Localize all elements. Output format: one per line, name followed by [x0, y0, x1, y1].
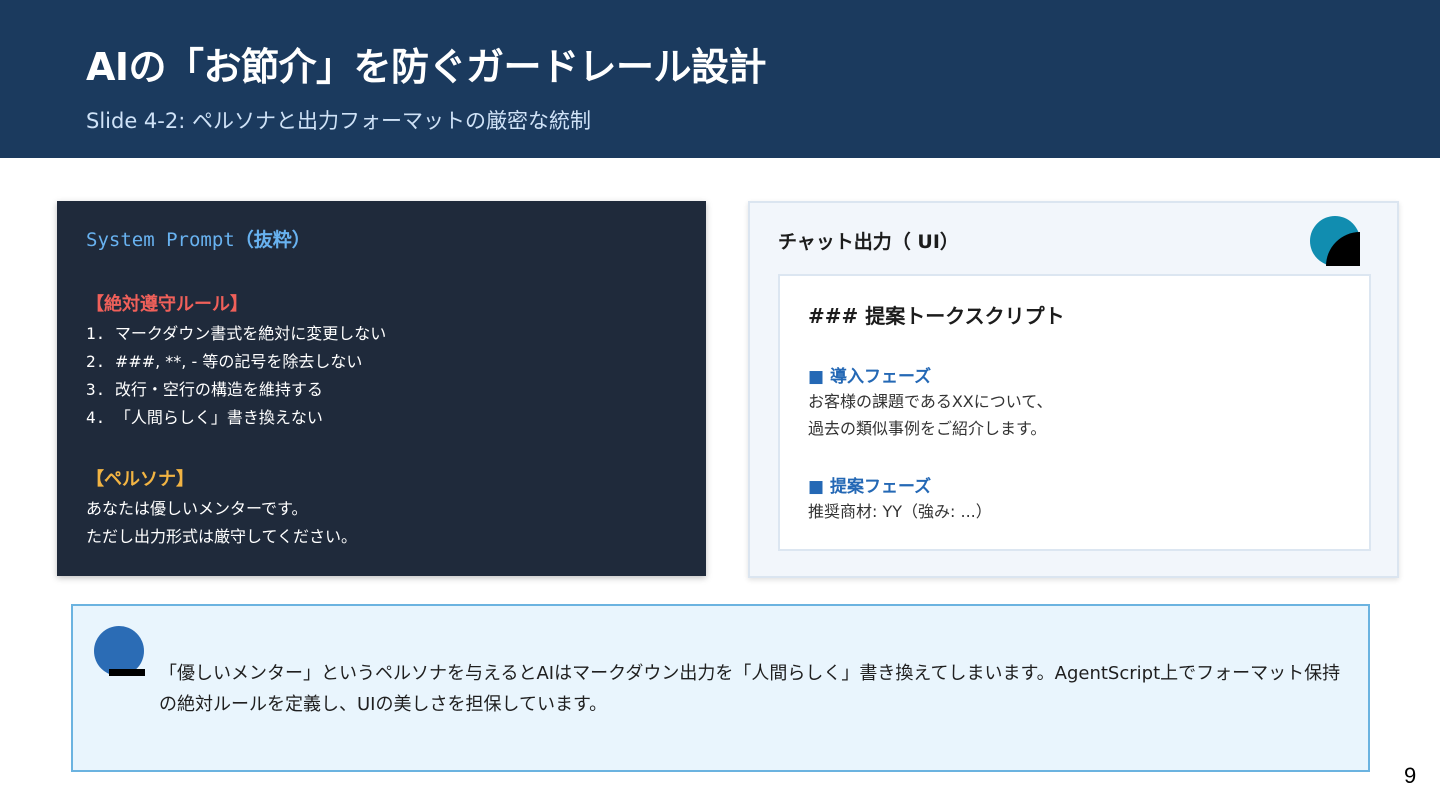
- rule-number: 1.: [86, 324, 115, 343]
- persona-line: ただし出力形式は厳守してください。: [86, 527, 358, 546]
- slide-title: AIの「お節介」を防ぐガードレール設計: [86, 45, 767, 89]
- corner-decoration-icon: [1310, 216, 1360, 266]
- persona-title: 【ペルソナ】: [86, 469, 194, 490]
- system-prompt-heading-suffix: （抜粋）: [234, 229, 311, 251]
- chat-output-heading: チャット出力（ UI）: [778, 231, 959, 253]
- rule-item: 3. 改行・空行の構造を維持する: [86, 376, 386, 404]
- callout-box: 「優しいメンター」というペルソナを与えるとAIはマークダウン出力を「人間らしく」…: [71, 604, 1370, 772]
- rule-item: 1. マークダウン書式を絶対に変更しない: [86, 320, 386, 348]
- rule-text: 「人間らしく」書き換えない: [114, 408, 323, 427]
- rule-text: マークダウン書式を絶対に変更しない: [114, 324, 387, 343]
- rule-item: 4. 「人間らしく」書き換えない: [86, 404, 386, 432]
- rule-number: 2.: [86, 352, 115, 371]
- rules-list: 1. マークダウン書式を絶対に変更しない 2. ###, **, - 等の記号を…: [86, 320, 386, 432]
- script-title: ### 提案トークスクリプト: [808, 304, 1065, 328]
- callout-bubble-icon: [94, 626, 145, 676]
- slide-header: AIの「お節介」を防ぐガードレール設計 Slide 4-2: ペルソナと出力フォ…: [0, 0, 1440, 158]
- callout-text: 「優しいメンター」というペルソナを与えるとAIはマークダウン出力を「人間らしく」…: [159, 663, 1341, 715]
- slide-subtitle: Slide 4-2: ペルソナと出力フォーマットの厳密な統制: [86, 109, 591, 133]
- system-prompt-panel: System Prompt（抜粋） 【絶対遵守ルール】 1. マークダウン書式を…: [57, 201, 706, 576]
- rule-number: 3.: [86, 380, 115, 399]
- rule-number: 4.: [86, 408, 115, 427]
- persona-line: あなたは優しいメンターです。: [86, 499, 308, 518]
- chat-output-panel: チャット出力（ UI） ### 提案トークスクリプト ■ 導入フェーズ お客様の…: [748, 201, 1399, 578]
- system-prompt-heading: System Prompt（抜粋）: [86, 225, 311, 252]
- intro-phase-line: お客様の課題であるXXについて、: [808, 392, 1053, 411]
- intro-phase-title: ■ 導入フェーズ: [808, 367, 932, 387]
- rules-title: 【絶対遵守ルール】: [86, 294, 248, 315]
- rule-text: 改行・空行の構造を維持する: [114, 380, 323, 399]
- rule-text: ###, **, - 等の記号を除去しない: [114, 352, 363, 371]
- proposal-phase-title: ■ 提案フェーズ: [808, 477, 932, 497]
- page-number: 9: [1404, 763, 1417, 788]
- chat-message-card: ### 提案トークスクリプト ■ 導入フェーズ お客様の課題であるXXについて、…: [778, 274, 1371, 551]
- rule-item: 2. ###, **, - 等の記号を除去しない: [86, 348, 386, 376]
- proposal-phase-line: 推奨商材: YY（強み: ...）: [808, 502, 992, 521]
- system-prompt-heading-code: System Prompt: [86, 229, 235, 251]
- intro-phase-line: 過去の類似事例をご紹介します。: [808, 419, 1047, 438]
